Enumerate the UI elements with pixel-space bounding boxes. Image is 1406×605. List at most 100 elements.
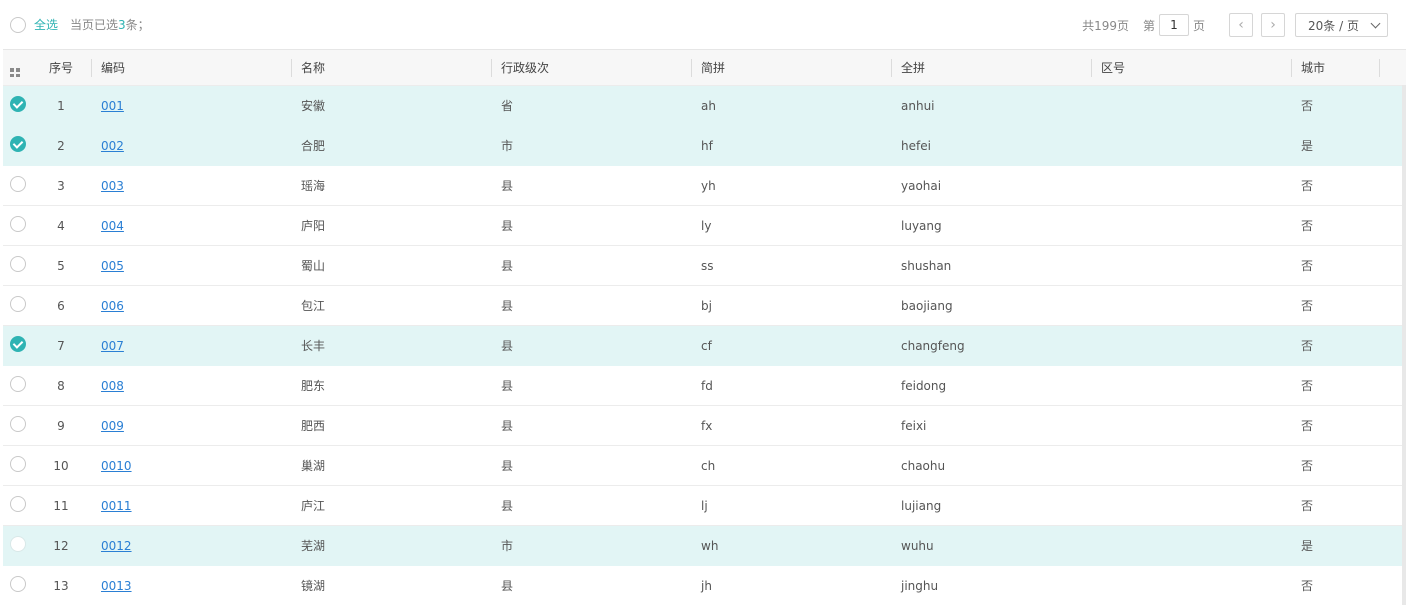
cell-abbr: ss [701,258,714,273]
table-row[interactable]: 8 008 肥东 县 fd feidong 否 [3,366,1406,406]
code-link[interactable]: 0013 [101,579,132,593]
header-area[interactable]: 区号 [1091,58,1291,77]
cell-code: 0013 [91,579,291,593]
selection-area: 全选 当页已选3条； [10,16,150,33]
row-checkbox-cell [3,96,31,115]
table-row[interactable]: 6 006 包江 县 bj baojiang 否 [3,286,1406,326]
table-row[interactable]: 5 005 蜀山 县 ss shushan 否 [3,246,1406,286]
cell-index: 2 [57,138,65,153]
code-link[interactable]: 001 [101,99,124,113]
table-row[interactable]: 9 009 肥西 县 fx feixi 否 [3,406,1406,446]
prev-page-button[interactable]: ‹ [1229,13,1253,37]
row-checkbox[interactable] [10,216,26,232]
cell-full: changfeng [901,338,965,353]
row-checkbox-cell [3,416,31,435]
cell-code: 004 [91,219,291,233]
code-link[interactable]: 002 [101,139,124,153]
row-checkbox[interactable] [10,496,26,512]
code-link[interactable]: 0010 [101,459,132,473]
cell-abbr: hf [701,138,713,153]
cell-level: 市 [501,539,514,553]
row-checkbox[interactable] [10,416,26,432]
row-checkbox[interactable] [10,376,26,392]
page-number-input[interactable] [1158,14,1189,36]
row-checkbox[interactable] [10,96,26,112]
cell-city: 是 [1301,539,1314,553]
cell-name: 包江 [301,299,326,313]
cell-full: wuhu [901,538,934,553]
page-size-select[interactable]: 20条 / 页 [1295,13,1388,37]
chevron-down-icon [1370,18,1381,28]
table-row[interactable]: 1 001 安徽 省 ah anhui 否 [3,86,1406,126]
header-name[interactable]: 名称 [291,58,491,77]
table-row[interactable]: 11 0011 庐江 县 lj lujiang 否 [3,486,1406,526]
cell-code: 001 [91,99,291,113]
header-level[interactable]: 行政级次 [491,58,691,77]
grid-icon [10,67,20,77]
table-row[interactable]: 3 003 瑶海 县 yh yaohai 否 [3,166,1406,206]
cell-index: 4 [57,218,65,233]
select-all-link[interactable]: 全选 [34,16,58,33]
row-checkbox[interactable] [10,176,26,192]
cell-city: 否 [1301,579,1314,593]
cell-level: 省 [501,99,514,113]
header-code[interactable]: 编码 [91,58,291,77]
page-suffix: 页 [1192,18,1205,33]
cell-city: 否 [1301,459,1314,473]
row-checkbox-cell [3,216,31,235]
select-all-checkbox[interactable] [10,16,26,33]
next-page-button[interactable]: › [1261,13,1285,37]
table-row[interactable]: 4 004 庐阳 县 ly luyang 否 [3,206,1406,246]
header-index[interactable]: 序号 [31,59,91,77]
code-link[interactable]: 007 [101,339,124,353]
cell-name: 镜湖 [301,579,326,593]
table-row[interactable]: 2 002 合肥 市 hf hefei 是 [3,126,1406,166]
cell-abbr: jh [701,578,712,593]
header-city[interactable]: 城市 [1291,58,1381,77]
row-checkbox-cell [3,296,31,315]
code-link[interactable]: 006 [101,299,124,313]
cell-code: 006 [91,299,291,313]
code-link[interactable]: 008 [101,379,124,393]
table-row[interactable]: 7 007 长丰 县 cf changfeng 否 [3,326,1406,366]
cell-name: 长丰 [301,339,326,353]
cell-level: 县 [501,179,514,193]
table-header: 序号 编码 名称 行政级次 简拼 全拼 区号 城市 [3,50,1406,86]
total-pages: 共199页 [1082,18,1129,33]
table-row[interactable]: 10 0010 巢湖 县 ch chaohu 否 [3,446,1406,486]
header-full[interactable]: 全拼 [891,58,1091,77]
cell-index: 9 [57,418,65,433]
cell-code: 002 [91,139,291,153]
code-link[interactable]: 009 [101,419,124,433]
cell-full: anhui [901,98,935,113]
code-link[interactable]: 005 [101,259,124,273]
cell-name: 肥东 [301,379,326,393]
row-checkbox[interactable] [10,456,26,472]
vertical-scrollbar[interactable] [1402,85,1406,605]
column-settings-button[interactable] [3,59,31,77]
row-checkbox-cell [3,376,31,395]
row-checkbox[interactable] [10,296,26,312]
cell-abbr: bj [701,298,712,313]
cell-level: 县 [501,299,514,313]
cell-name: 安徽 [301,99,326,113]
selection-info: 当页已选3条； [70,16,150,33]
code-link[interactable]: 0012 [101,539,132,553]
table-toolbar: 全选 当页已选3条； 共199页 第 页 ‹ › 20条 / 页 [0,0,1406,50]
table-row[interactable]: 12 0012 芜湖 市 wh wuhu 是 [3,526,1406,566]
cell-abbr: ly [701,218,712,233]
row-checkbox-cell [3,176,31,195]
cell-index: 10 [53,458,69,473]
code-link[interactable]: 004 [101,219,124,233]
row-checkbox[interactable] [10,536,26,552]
selection-prefix: 当页已选 [70,18,119,32]
row-checkbox[interactable] [10,336,26,352]
code-link[interactable]: 003 [101,179,124,193]
cell-name: 庐江 [301,499,326,513]
code-link[interactable]: 0011 [101,499,132,513]
row-checkbox[interactable] [10,136,26,152]
row-checkbox[interactable] [10,256,26,272]
header-abbr[interactable]: 简拼 [691,58,891,77]
table-row[interactable]: 13 0013 镜湖 县 jh jinghu 否 [3,566,1406,605]
row-checkbox[interactable] [10,576,26,592]
